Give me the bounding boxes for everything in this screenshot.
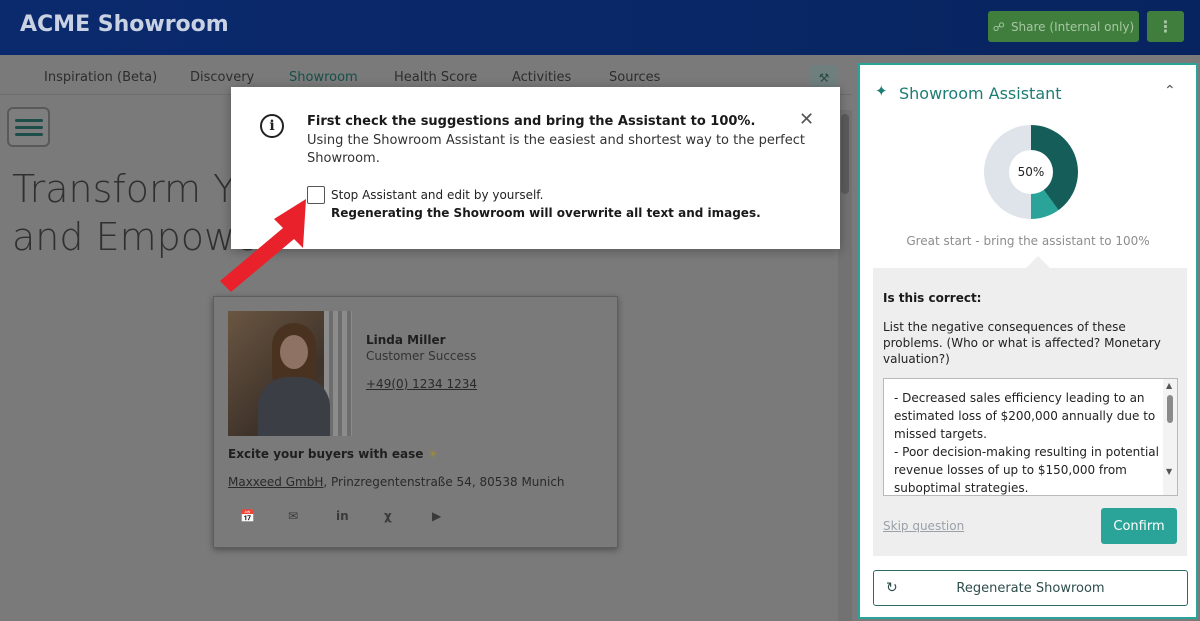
showroom-assistant-panel: ✦ Showroom Assistant ⌃ 50% Great start -…	[858, 63, 1198, 619]
refresh-icon: ↻	[886, 580, 898, 596]
progress-donut-chart: 50%	[984, 125, 1078, 219]
assistant-title: Showroom Assistant	[899, 84, 1062, 103]
app-title: ACME Showroom	[20, 12, 229, 37]
company-link[interactable]: Maxxeed GmbH	[228, 475, 323, 489]
tab-discovery[interactable]: Discovery	[190, 70, 254, 85]
question-card-notch	[1026, 256, 1050, 268]
hero-line-2: and Empowe	[12, 215, 252, 259]
mail-icon[interactable]: ✉	[288, 509, 336, 523]
answer-scroll-thumb[interactable]	[1167, 395, 1173, 423]
contact-address: Maxxeed GmbH, Prinzregentenstraße 54, 80…	[228, 475, 565, 489]
sparkle-icon: ✦	[875, 82, 888, 100]
regenerate-label: Regenerate Showroom	[956, 580, 1105, 596]
tab-activities[interactable]: Activities	[512, 70, 571, 85]
tab-sources[interactable]: Sources	[609, 70, 660, 85]
photo-body	[258, 377, 330, 436]
info-icon: i	[260, 114, 284, 138]
address-text: , Prinzregentenstraße 54, 80538 Munich	[323, 475, 565, 489]
question-text: List the negative consequences of these …	[883, 320, 1161, 366]
dialog-title: First check the suggestions and bring th…	[307, 114, 756, 129]
progress-percent: 50%	[1009, 150, 1053, 194]
regenerate-warning: Regenerating the Showroom will overwrite…	[331, 206, 761, 220]
contact-phone-link[interactable]: +49(0) 1234 1234	[366, 377, 477, 391]
dialog-description: Using the Showroom Assistant is the easi…	[307, 133, 806, 166]
xing-icon[interactable]: χ	[384, 509, 432, 523]
contact-tagline: Excite your buyers with ease ☀	[228, 447, 438, 461]
close-icon[interactable]: ✕	[799, 109, 814, 130]
arrow-shape	[220, 199, 306, 292]
scroll-down-icon[interactable]: ▼	[1166, 467, 1172, 476]
question-card: Is this correct: List the negative conse…	[873, 256, 1187, 556]
more-options-button[interactable]: ⋮	[1147, 11, 1184, 42]
contact-name: Linda Miller	[366, 333, 446, 347]
answer-text: - Decreased sales efficiency leading to …	[894, 391, 1159, 495]
share-icon: ☍	[992, 19, 1005, 34]
contact-photo	[228, 311, 352, 436]
red-arrow-annotation	[220, 199, 306, 292]
contact-role: Customer Success	[366, 349, 477, 363]
chevron-up-icon[interactable]: ⌃	[1164, 83, 1176, 99]
skip-question-link[interactable]: Skip question	[883, 519, 964, 533]
regenerate-showroom-button[interactable]: ↻ Regenerate Showroom	[873, 570, 1188, 606]
menu-icon-bar	[14, 118, 43, 122]
calendar-icon[interactable]: 📅	[240, 509, 288, 523]
menu-icon-bar	[14, 125, 43, 129]
answer-textarea[interactable]: - Decreased sales efficiency leading to …	[883, 378, 1178, 496]
hero-line-1: Transform Yo	[12, 167, 252, 211]
share-button-label: Share (Internal only)	[1010, 19, 1135, 34]
progress-message: Great start - bring the assistant to 100…	[906, 234, 1150, 248]
linkedin-icon[interactable]: in	[336, 509, 384, 523]
youtube-icon[interactable]: ▶	[432, 509, 480, 523]
stop-assistant-label[interactable]: Stop Assistant and edit by yourself.	[331, 188, 543, 202]
answer-scrollbar[interactable]: ▲ ▼	[1163, 379, 1177, 495]
confirm-button[interactable]: Confirm	[1101, 508, 1177, 544]
app-header: ACME Showroom ☍ Share (Internal only) ⋮	[0, 0, 1200, 55]
page-scroll-thumb[interactable]	[841, 114, 849, 194]
tab-inspiration[interactable]: Inspiration (Beta)	[44, 70, 157, 85]
contact-tagline-text: Excite your buyers with ease	[228, 447, 424, 461]
social-icons: 📅 ✉ in χ ▶	[240, 509, 480, 523]
assistant-warning-dialog: i First check the suggestions and bring …	[231, 87, 840, 249]
scroll-up-icon[interactable]: ▲	[1166, 381, 1172, 390]
contact-card: Linda Miller Customer Success +49(0) 123…	[213, 296, 618, 548]
page-scrollbar[interactable]	[838, 110, 852, 621]
question-label: Is this correct:	[883, 291, 982, 305]
hamburger-menu-button[interactable]	[7, 107, 50, 147]
hero-heading: Transform Yo and Empowe	[12, 165, 252, 261]
photo-face	[280, 335, 308, 369]
sun-icon: ☀	[427, 447, 439, 461]
tab-showroom[interactable]: Showroom	[289, 70, 358, 85]
menu-icon-bar	[14, 132, 43, 136]
tab-health-score[interactable]: Health Score	[394, 70, 477, 85]
share-button[interactable]: ☍ Share (Internal only)	[988, 11, 1139, 42]
